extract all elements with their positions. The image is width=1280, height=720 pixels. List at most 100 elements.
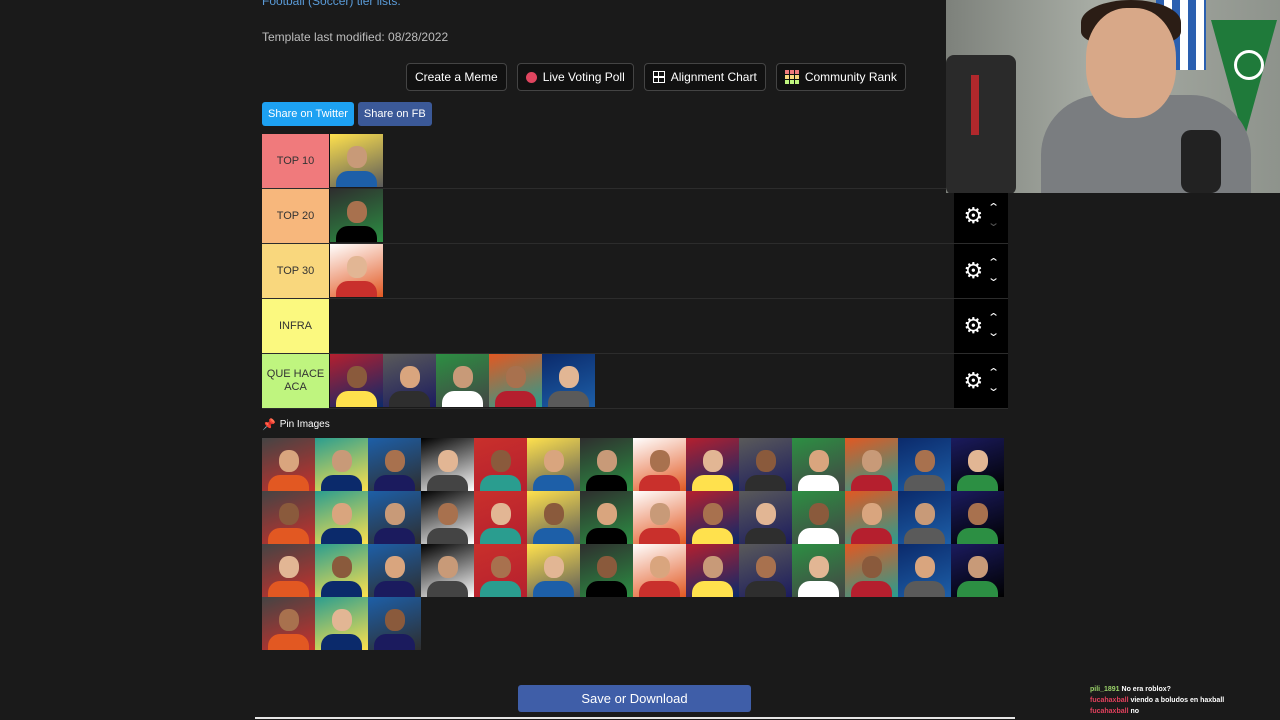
share-row: Share on Twitter Share on FB <box>262 102 432 126</box>
gear-icon[interactable]: ⚙ <box>964 260 984 282</box>
player-image[interactable] <box>686 438 739 491</box>
player-image[interactable] <box>527 438 580 491</box>
player-image[interactable] <box>262 438 315 491</box>
player-image[interactable] <box>368 491 421 544</box>
tier-drop-zone[interactable] <box>330 189 954 243</box>
player-image[interactable] <box>315 491 368 544</box>
player-image[interactable] <box>368 597 421 650</box>
community-rank-label: Community Rank <box>804 70 897 84</box>
player-image[interactable] <box>686 491 739 544</box>
player-image[interactable] <box>421 491 474 544</box>
player-image[interactable] <box>330 244 383 297</box>
share-facebook-button[interactable]: Share on FB <box>357 102 432 126</box>
move-down-icon[interactable]: ⌄ <box>987 273 1000 284</box>
move-up-icon[interactable]: ⌃ <box>987 203 1000 214</box>
player-image[interactable] <box>436 354 489 407</box>
tier-row: TOP 10 <box>262 134 1008 189</box>
player-image[interactable] <box>474 544 527 597</box>
tier-label[interactable]: TOP 20 <box>262 189 330 243</box>
player-image[interactable] <box>580 491 633 544</box>
player-image[interactable] <box>792 491 845 544</box>
player-image[interactable] <box>633 544 686 597</box>
player-image[interactable] <box>739 438 792 491</box>
player-image[interactable] <box>474 438 527 491</box>
tier-drop-zone[interactable] <box>330 134 954 188</box>
move-up-icon[interactable]: ⌃ <box>987 258 1000 269</box>
image-pool <box>262 438 1008 650</box>
tier-controls: ⚙ ⌃ ⌄ <box>954 244 1008 298</box>
player-image[interactable] <box>580 544 633 597</box>
move-down-icon[interactable]: ⌄ <box>987 383 1000 394</box>
tier-label[interactable]: INFRA <box>262 299 330 353</box>
player-image[interactable] <box>686 544 739 597</box>
player-image[interactable] <box>330 189 383 242</box>
tier-controls: ⚙ ⌃ ⌄ <box>954 354 1008 408</box>
gear-icon[interactable]: ⚙ <box>964 370 984 392</box>
player-image[interactable] <box>542 354 595 407</box>
chat-message: fucahaxball no <box>1090 706 1224 717</box>
player-image[interactable] <box>633 491 686 544</box>
share-twitter-button[interactable]: Share on Twitter <box>262 102 354 126</box>
tier-drop-zone[interactable] <box>330 244 954 298</box>
player-image[interactable] <box>262 491 315 544</box>
player-image[interactable] <box>368 544 421 597</box>
move-up-icon[interactable]: ⌃ <box>987 313 1000 324</box>
record-dot-icon <box>525 71 537 83</box>
chat-text: viendo a boludos en haxball <box>1130 697 1225 704</box>
webcam-overlay <box>946 0 1280 193</box>
player-image[interactable] <box>368 438 421 491</box>
player-image[interactable] <box>951 438 1004 491</box>
tier-row: TOP 20 ⚙ ⌃ ⌄ <box>262 189 1008 244</box>
player-image[interactable] <box>792 544 845 597</box>
player-image[interactable] <box>262 597 315 650</box>
toolbar: Create a Meme Live Voting Poll Alignment… <box>406 63 906 91</box>
player-image[interactable] <box>527 544 580 597</box>
chat-username: fucahaxball <box>1090 708 1129 715</box>
player-image[interactable] <box>580 438 633 491</box>
player-image[interactable] <box>898 438 951 491</box>
live-voting-poll-button[interactable]: Live Voting Poll <box>516 63 634 91</box>
move-up-icon[interactable]: ⌃ <box>987 368 1000 379</box>
player-image[interactable] <box>330 354 383 407</box>
player-image[interactable] <box>262 544 315 597</box>
player-image[interactable] <box>421 438 474 491</box>
move-down-icon[interactable]: ⌄ <box>987 328 1000 339</box>
player-image[interactable] <box>951 491 1004 544</box>
player-image[interactable] <box>633 438 686 491</box>
player-image[interactable] <box>527 491 580 544</box>
alignment-chart-label: Alignment Chart <box>670 70 757 84</box>
player-image[interactable] <box>739 491 792 544</box>
player-image[interactable] <box>315 597 368 650</box>
tier-label[interactable]: QUE HACE ACA <box>262 354 330 408</box>
community-rank-button[interactable]: Community Rank <box>775 63 906 91</box>
player-image[interactable] <box>383 354 436 407</box>
header-link[interactable]: Football (Soccer) tier lists. <box>262 0 401 8</box>
tier-row: TOP 30 ⚙ ⌃ ⌄ <box>262 244 1008 299</box>
tier-list: TOP 10 TOP 20 ⚙ ⌃ ⌄ TOP 30 ⚙ ⌃ ⌄ INFRA ⚙ ⌃ ⌄ QUE HACE… <box>262 134 1008 409</box>
tier-label[interactable]: TOP 10 <box>262 134 330 188</box>
alignment-chart-button[interactable]: Alignment Chart <box>643 63 766 91</box>
player-image[interactable] <box>845 438 898 491</box>
tier-drop-zone[interactable] <box>330 299 954 353</box>
player-image[interactable] <box>315 438 368 491</box>
player-image[interactable] <box>489 354 542 407</box>
pin-images-toggle[interactable]: 📌 Pin Images <box>262 418 330 431</box>
player-image[interactable] <box>845 491 898 544</box>
player-image[interactable] <box>474 491 527 544</box>
player-image[interactable] <box>739 544 792 597</box>
player-image[interactable] <box>330 134 383 187</box>
gear-icon[interactable]: ⚙ <box>964 205 984 227</box>
player-image[interactable] <box>792 438 845 491</box>
save-download-button[interactable]: Save or Download <box>518 685 751 712</box>
gear-icon[interactable]: ⚙ <box>964 315 984 337</box>
move-down-icon[interactable]: ⌄ <box>987 218 1000 229</box>
player-image[interactable] <box>898 491 951 544</box>
create-meme-button[interactable]: Create a Meme <box>406 63 507 91</box>
tier-drop-zone[interactable] <box>330 354 954 408</box>
player-image[interactable] <box>898 544 951 597</box>
player-image[interactable] <box>951 544 1004 597</box>
tier-label[interactable]: TOP 30 <box>262 244 330 298</box>
player-image[interactable] <box>421 544 474 597</box>
player-image[interactable] <box>845 544 898 597</box>
player-image[interactable] <box>315 544 368 597</box>
